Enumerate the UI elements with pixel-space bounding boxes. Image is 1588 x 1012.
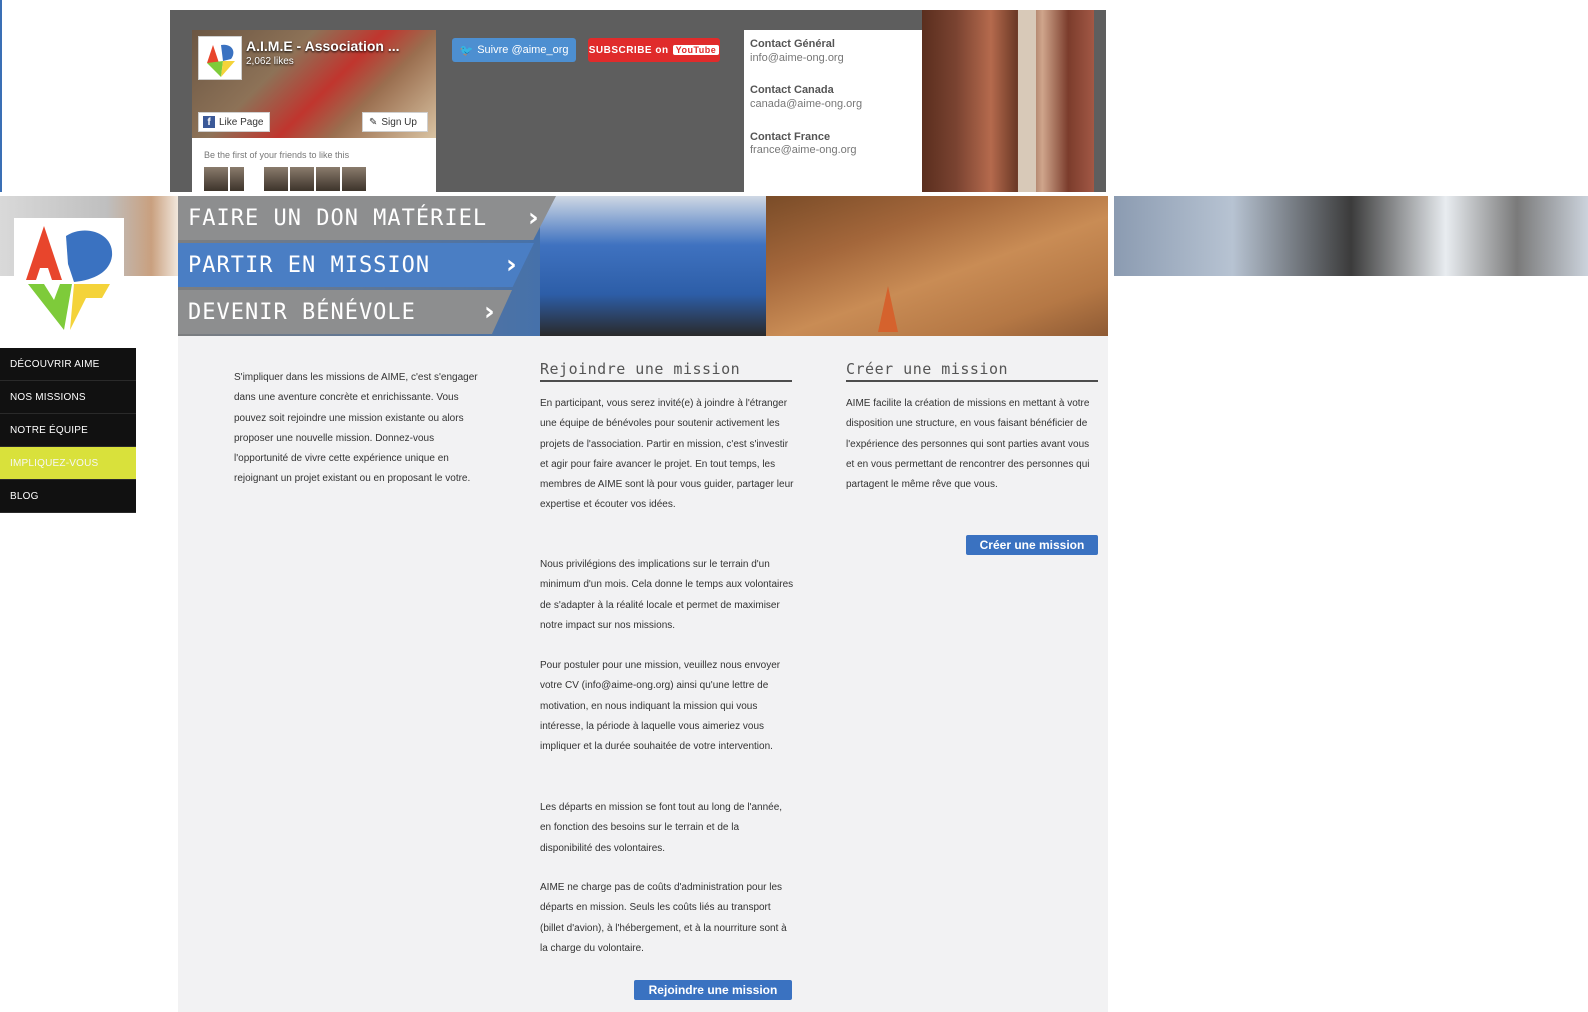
- contact-canada-email[interactable]: canada@aime-ong.org: [750, 98, 862, 110]
- nav-devenir-benevole-label: DEVENIR BÉNÉVOLE: [188, 299, 416, 325]
- youtube-subscribe-label: SUBSCRIBE on: [588, 44, 669, 56]
- contacts-panel: Contact Général info@aime-ong.org Contac…: [744, 30, 922, 192]
- twitter-follow-label: Suivre @aime_org: [477, 44, 569, 56]
- join-mission-rule: [540, 380, 792, 382]
- facebook-sign-up-button[interactable]: ✎ Sign Up: [362, 112, 428, 132]
- facebook-like-label: Like Page: [219, 116, 264, 128]
- intro-text: S'impliquer dans les missions de AIME, c…: [234, 372, 478, 485]
- sidebar-item-missions[interactable]: NOS MISSIONS: [0, 381, 136, 414]
- facebook-page-avatar[interactable]: [198, 36, 242, 80]
- friend-avatar[interactable]: [264, 167, 288, 191]
- nav-partir-en-mission-label: PARTIR EN MISSION: [188, 252, 431, 278]
- chevron-right-icon: ›: [484, 297, 496, 327]
- contact-general-email[interactable]: info@aime-ong.org: [750, 52, 844, 64]
- left-border-line: [0, 0, 2, 192]
- twitter-bird-icon: 🐦: [459, 44, 474, 57]
- hut-photo: [922, 10, 1094, 192]
- create-mission-title: Créer une mission: [846, 360, 1009, 378]
- create-mission-button[interactable]: Créer une mission: [966, 535, 1098, 555]
- join-paragraph-2: Nous privilégions des implications sur l…: [540, 559, 794, 631]
- contact-france-title: Contact France: [750, 131, 831, 143]
- aime-logo-icon: [207, 44, 235, 77]
- youtube-subscribe-button[interactable]: SUBSCRIBE on YouTube: [588, 38, 720, 62]
- sidebar-item-impliquez-vous[interactable]: IMPLIQUEZ-VOUS: [0, 447, 136, 480]
- contact-canada-title: Contact Canada: [750, 84, 834, 96]
- facebook-page-name[interactable]: A.I.M.E - Association ...: [246, 38, 400, 54]
- sidebar-item-blog[interactable]: BLOG: [0, 480, 136, 513]
- twitter-follow-button[interactable]: 🐦 Suivre @aime_org: [452, 38, 576, 62]
- main-content: S'impliquer dans les missions de AIME, c…: [178, 336, 1108, 1012]
- facebook-like-button[interactable]: f Like Page: [198, 112, 270, 132]
- pencil-icon: ✎: [369, 116, 378, 128]
- join-paragraph-3: Pour postuler pour une mission, veuillez…: [540, 660, 781, 753]
- friend-avatar[interactable]: [342, 167, 366, 191]
- right-header-photo: [1114, 196, 1588, 276]
- nav-partir-en-mission[interactable]: PARTIR EN MISSION ›: [178, 243, 534, 287]
- facebook-friend-thumbnails: [204, 167, 366, 191]
- contact-general-title: Contact Général: [750, 38, 835, 50]
- facebook-friends-text: Be the first of your friends to like thi…: [204, 150, 350, 160]
- friend-avatar[interactable]: [290, 167, 314, 191]
- join-paragraph-4: Les départs en mission se font tout au l…: [540, 802, 783, 854]
- friend-avatar[interactable]: [204, 167, 228, 191]
- nav-faire-un-don-label: FAIRE UN DON MATÉRIEL: [188, 205, 488, 231]
- facebook-likes-count: 2,062 likes: [246, 56, 294, 67]
- facebook-sign-label: Sign Up: [381, 116, 417, 128]
- youtube-logo-icon: YouTube: [672, 45, 720, 55]
- hut-photo-post: [1018, 10, 1036, 192]
- sidebar-menu: DÉCOUVRIR AIME NOS MISSIONS NOTRE ÉQUIPE…: [0, 348, 136, 513]
- traffic-cone: [878, 286, 898, 332]
- join-paragraph-1: En participant, vous serez invité(e) à j…: [540, 398, 794, 511]
- chevron-right-icon: ›: [528, 203, 540, 233]
- facebook-icon: f: [203, 116, 215, 128]
- truck-photo: [540, 196, 766, 336]
- aime-logo[interactable]: [14, 218, 124, 338]
- friend-avatar[interactable]: [230, 167, 244, 191]
- nav-devenir-benevole[interactable]: DEVENIR BÉNÉVOLE ›: [178, 290, 512, 334]
- aime-heart-logo-icon: [26, 226, 113, 330]
- sidebar-item-decouvrir[interactable]: DÉCOUVRIR AIME: [0, 348, 136, 381]
- friend-avatar[interactable]: [316, 167, 340, 191]
- sidebar-item-equipe[interactable]: NOTRE ÉQUIPE: [0, 414, 136, 447]
- create-mission-rule: [846, 380, 1098, 382]
- contact-france-email[interactable]: france@aime-ong.org: [750, 144, 857, 156]
- join-mission-title: Rejoindre une mission: [540, 360, 741, 378]
- nav-faire-un-don[interactable]: FAIRE UN DON MATÉRIEL ›: [178, 196, 556, 240]
- chevron-right-icon: ›: [506, 250, 518, 280]
- create-mission-text: AIME facilite la création de missions en…: [846, 398, 1090, 491]
- join-paragraph-5: AIME ne charge pas de coûts d'administra…: [540, 882, 787, 954]
- road-photo: [766, 196, 1108, 336]
- join-mission-button[interactable]: Rejoindre une mission: [634, 980, 792, 1000]
